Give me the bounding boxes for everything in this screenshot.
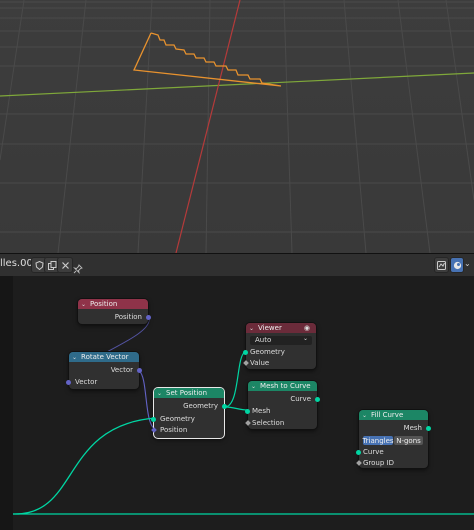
input-socket[interactable] <box>245 409 250 414</box>
shield-icon <box>34 260 44 270</box>
node-mesh-to-curve[interactable]: ⌄ Mesh to Curve Curve Mesh Selection <box>245 381 320 429</box>
eye-icon[interactable]: ◉ <box>304 324 310 332</box>
node-title: Set Position <box>166 389 208 397</box>
node-fill-curve[interactable]: ⌄ Fill Curve Mesh Triangles N-gons Curve… <box>356 410 431 468</box>
node-header[interactable]: ⌄ Viewer ◉ <box>246 323 316 333</box>
input-label: Vector <box>75 378 98 386</box>
input-label: Curve <box>363 448 384 456</box>
input-label: Value <box>250 359 270 367</box>
output-socket[interactable] <box>426 426 431 431</box>
output-label: Vector <box>110 366 133 374</box>
node-rotate-vector[interactable]: ⌄ Rotate Vector Vector Vector <box>66 352 142 389</box>
mode-triangles-toggle[interactable]: Triangles <box>362 436 394 445</box>
chevron-down-icon[interactable]: ⌄ <box>157 390 162 397</box>
output-socket[interactable] <box>222 404 227 409</box>
link-set-to-viewer <box>224 351 246 408</box>
link-geometry-in <box>12 417 156 515</box>
node-editor[interactable]: ⌄ Position Position ⌄ Rotate Vector Vect… <box>0 276 474 530</box>
node-header[interactable]: ⌄ Fill Curve <box>359 410 428 420</box>
output-label: Curve <box>290 395 311 403</box>
chevron-down-icon[interactable]: ⌄ <box>362 412 367 419</box>
input-socket[interactable] <box>66 380 71 385</box>
node-header[interactable]: ⌄ Rotate Vector <box>69 352 139 362</box>
dropdown-value: Auto <box>255 336 272 344</box>
node-header[interactable]: ⌄ Mesh to Curve <box>248 381 317 391</box>
node-links <box>12 316 474 515</box>
chevron-down-icon[interactable]: ⌄ <box>81 301 86 308</box>
input-label: Geometry <box>160 415 195 423</box>
input-label: Group ID <box>363 459 394 467</box>
node-header[interactable]: ⌄ Position <box>78 299 148 309</box>
chevron-down-icon[interactable]: ⌄ <box>72 354 77 361</box>
node-header[interactable]: ⌄ Set Position <box>154 388 224 398</box>
input-label: Mesh <box>252 407 271 415</box>
mode-ngons-toggle[interactable]: N-gons <box>394 436 423 445</box>
node-title: Position <box>90 300 118 308</box>
input-socket[interactable] <box>151 417 156 422</box>
node-title: Mesh to Curve <box>260 382 311 390</box>
sphere-icon <box>453 261 461 269</box>
output-label: Mesh <box>403 424 422 432</box>
overlay-icon <box>437 260 446 270</box>
output-label: Position <box>114 313 142 321</box>
output-socket[interactable] <box>137 368 142 373</box>
node-editor-header: lles.003 ⌄ <box>0 254 474 276</box>
node-title: Rotate Vector <box>81 353 129 361</box>
3d-viewport[interactable] <box>0 0 474 253</box>
node-title: Viewer <box>258 324 282 332</box>
unlink-button[interactable] <box>57 257 73 273</box>
input-label: Geometry <box>250 348 285 356</box>
input-label: Selection <box>252 419 285 427</box>
viewport-grid <box>0 0 474 253</box>
output-label: Geometry <box>183 402 218 410</box>
chevron-down-icon[interactable]: ⌄ <box>251 383 256 390</box>
input-socket[interactable] <box>243 350 248 355</box>
input-socket[interactable] <box>356 450 361 455</box>
domain-dropdown[interactable]: Auto ⌄ <box>250 335 312 345</box>
view-options-button[interactable] <box>450 257 464 273</box>
node-title: Fill Curve <box>371 411 404 419</box>
duplicate-icon <box>47 260 56 270</box>
node-set-position[interactable]: ⌄ Set Position Geometry Geometry Positio… <box>151 388 227 438</box>
chevron-down-icon[interactable]: ⌄ <box>464 259 471 268</box>
node-viewer[interactable]: ⌄ Viewer ◉ Auto ⌄ Geometry Value <box>243 323 316 369</box>
output-socket[interactable] <box>146 315 151 320</box>
output-socket[interactable] <box>315 397 320 402</box>
chevron-down-icon[interactable]: ⌄ <box>249 325 254 332</box>
close-icon <box>61 261 69 269</box>
node-position[interactable]: ⌄ Position Position <box>78 299 151 324</box>
overlay-toggle-button[interactable] <box>434 257 449 273</box>
input-label: Position <box>160 426 188 434</box>
chevron-down-icon: ⌄ <box>302 335 308 342</box>
